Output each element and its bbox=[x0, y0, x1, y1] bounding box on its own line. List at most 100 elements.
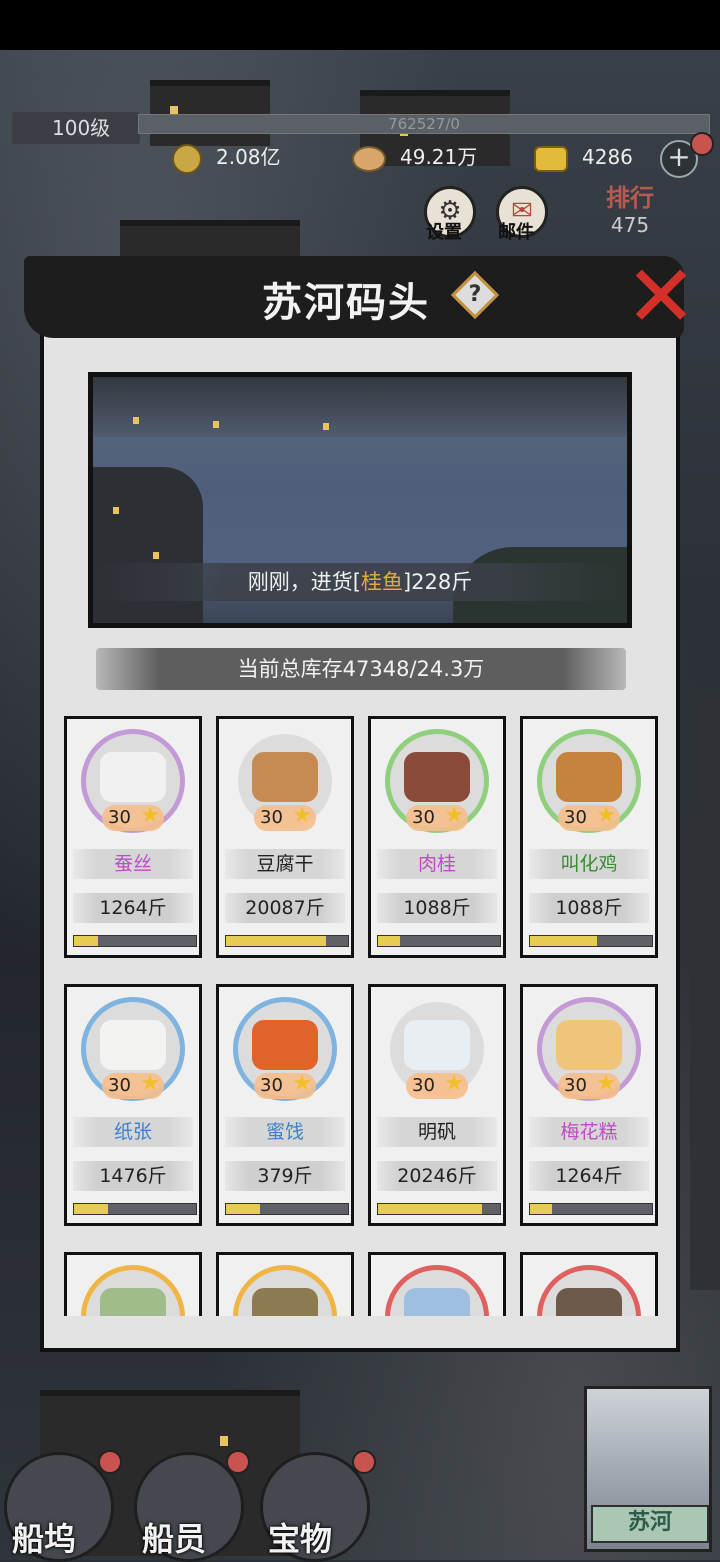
far-shore bbox=[93, 377, 627, 437]
experience-bar: 762527/0 bbox=[138, 114, 710, 134]
goods-level: 30 bbox=[564, 807, 587, 828]
goods-level: 30 bbox=[412, 1075, 435, 1096]
notification-dot bbox=[226, 1450, 250, 1474]
restock-item: 桂鱼 bbox=[360, 570, 403, 594]
goods-name: 叫化鸡 bbox=[529, 849, 649, 879]
restock-prefix: 刚刚，进货[ bbox=[247, 570, 361, 594]
question-icon: ? bbox=[468, 282, 482, 307]
stock-progress-fill bbox=[74, 936, 99, 946]
stock-progress-bar bbox=[73, 935, 197, 947]
mail-label: 邮件 bbox=[498, 222, 534, 243]
copper-coin-amount: 2.08亿 bbox=[216, 145, 281, 169]
dock-nav-button[interactable]: 船坞 bbox=[0, 1452, 116, 1562]
notification-dot bbox=[98, 1450, 122, 1474]
settings-label: 设置 bbox=[426, 222, 462, 243]
goods-grid: 30 ★ 蚕丝 1264斤 30 ★ 豆腐干 20087斤 30 ★ 肉桂 1088斤 30 ★ 叫化鸡 10… bbox=[44, 700, 676, 1316]
close-button[interactable]: ✕ bbox=[616, 254, 706, 340]
window-light bbox=[133, 417, 139, 424]
window-light bbox=[323, 423, 329, 430]
goods-level-badge: 30 ★ bbox=[558, 803, 620, 831]
goods-icon bbox=[537, 1265, 641, 1316]
treasure-nav-label: 宝物 bbox=[268, 1520, 333, 1558]
dock-nav-label: 船坞 bbox=[12, 1520, 77, 1558]
goods-level-badge: 30 ★ bbox=[558, 1071, 620, 1099]
goods-image bbox=[556, 1288, 622, 1316]
goods-name: 纸张 bbox=[73, 1117, 193, 1147]
goods-image bbox=[100, 1020, 166, 1070]
goods-image bbox=[100, 1288, 166, 1316]
goods-card[interactable]: 30 ★ 肉桂 1088斤 bbox=[368, 716, 506, 958]
star-icon: ★ bbox=[444, 1071, 464, 1096]
goods-level: 30 bbox=[108, 1075, 131, 1096]
stock-progress-fill bbox=[226, 1204, 261, 1214]
notification-dot bbox=[690, 132, 714, 156]
copper-coin-icon bbox=[172, 143, 202, 174]
goods-card[interactable]: 30 ★ 明矾 20246斤 bbox=[368, 984, 506, 1226]
stock-progress-fill bbox=[226, 936, 327, 946]
stock-progress-bar bbox=[73, 1203, 197, 1215]
goods-card[interactable]: 30 ★ 蚕丝 1264斤 bbox=[64, 716, 202, 958]
goods-icon bbox=[81, 1265, 185, 1316]
shell-icon bbox=[352, 145, 386, 172]
background-house bbox=[150, 80, 270, 146]
goods-image bbox=[252, 752, 318, 802]
region-map-button[interactable]: 苏河 bbox=[584, 1386, 712, 1552]
goods-quantity: 1088斤 bbox=[529, 893, 649, 923]
stock-progress-fill bbox=[74, 1204, 109, 1214]
stock-progress-fill bbox=[530, 936, 598, 946]
stock-progress-fill bbox=[378, 1204, 482, 1214]
goods-image bbox=[556, 752, 622, 802]
panel-title: 苏河码头 bbox=[262, 279, 430, 326]
status-bar bbox=[0, 0, 720, 50]
goods-image bbox=[404, 752, 470, 802]
gold-amount: 4286 bbox=[582, 145, 633, 169]
goods-level: 30 bbox=[260, 807, 283, 828]
goods-card[interactable] bbox=[64, 1252, 202, 1316]
goods-quantity: 379斤 bbox=[225, 1161, 345, 1191]
goods-card[interactable] bbox=[216, 1252, 354, 1316]
goods-level-badge: 30 ★ bbox=[254, 1071, 316, 1099]
goods-card[interactable]: 30 ★ 纸张 1476斤 bbox=[64, 984, 202, 1226]
goods-image bbox=[252, 1288, 318, 1316]
stock-progress-bar bbox=[225, 935, 349, 947]
goods-quantity: 1264斤 bbox=[73, 893, 193, 923]
goods-name: 蚕丝 bbox=[73, 849, 193, 879]
goods-card[interactable]: 30 ★ 豆腐干 20087斤 bbox=[216, 716, 354, 958]
goods-card[interactable] bbox=[520, 1252, 658, 1316]
copper-coin-resource: 2.08亿 bbox=[172, 142, 281, 174]
stock-progress-bar bbox=[377, 935, 501, 947]
total-inventory: 当前总库存47348/24.3万 bbox=[96, 648, 626, 690]
goods-name: 蜜饯 bbox=[225, 1117, 345, 1147]
goods-icon bbox=[385, 1265, 489, 1316]
star-icon: ★ bbox=[596, 1071, 616, 1096]
goods-quantity: 1088斤 bbox=[377, 893, 497, 923]
notification-dot bbox=[352, 1450, 376, 1474]
star-icon: ★ bbox=[292, 803, 312, 828]
goods-card[interactable]: 30 ★ 梅花糕 1264斤 bbox=[520, 984, 658, 1226]
harbor-scene: 刚刚，进货[桂鱼]228斤 bbox=[88, 372, 632, 628]
background-building bbox=[690, 690, 720, 1290]
goods-icon bbox=[233, 1265, 337, 1316]
goods-card[interactable]: 30 ★ 蜜饯 379斤 bbox=[216, 984, 354, 1226]
goods-quantity: 1476斤 bbox=[73, 1161, 193, 1191]
goods-name: 梅花糕 bbox=[529, 1117, 649, 1147]
goods-card[interactable]: 30 ★ 叫化鸡 1088斤 bbox=[520, 716, 658, 958]
star-icon: ★ bbox=[140, 1071, 160, 1096]
goods-level-badge: 30 ★ bbox=[254, 803, 316, 831]
goods-level-badge: 30 ★ bbox=[102, 1071, 164, 1099]
goods-level: 30 bbox=[412, 807, 435, 828]
gold-resource: 4286 bbox=[534, 142, 633, 172]
ranking-button[interactable]: 排行 475 bbox=[590, 178, 670, 237]
goods-card[interactable] bbox=[368, 1252, 506, 1316]
star-icon: ★ bbox=[596, 803, 616, 828]
stock-progress-bar bbox=[225, 1203, 349, 1215]
gold-ingot-icon bbox=[534, 145, 568, 172]
ranking-value: 475 bbox=[610, 213, 650, 237]
star-icon: ★ bbox=[292, 1071, 312, 1096]
goods-quantity: 20246斤 bbox=[377, 1161, 497, 1191]
goods-image bbox=[404, 1020, 470, 1070]
shell-amount: 49.21万 bbox=[400, 145, 478, 169]
stock-progress-bar bbox=[529, 1203, 653, 1215]
window-light bbox=[113, 507, 119, 514]
goods-level: 30 bbox=[260, 1075, 283, 1096]
